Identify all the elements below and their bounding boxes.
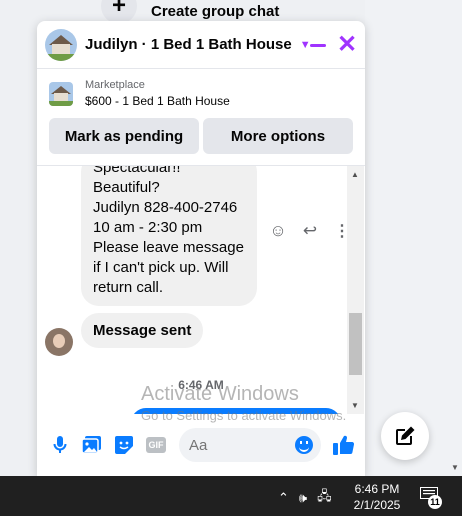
message-scrollbar[interactable]: ▲ ▼: [347, 166, 364, 414]
chevron-up-icon[interactable]: ⌃: [278, 490, 289, 506]
reply-icon[interactable]: ↩: [300, 221, 320, 241]
more-options-button[interactable]: More options: [203, 118, 353, 154]
activation-watermark-title: Activate Windows: [141, 383, 299, 405]
listing-source: Marketplace: [85, 79, 145, 91]
scroll-up-icon[interactable]: ▲: [351, 170, 359, 179]
listing-thumbnail: [49, 81, 73, 106]
chat-title[interactable]: Judilyn · 1 Bed 1 Bath House: [85, 36, 292, 53]
scrollbar-thumb[interactable]: [349, 313, 362, 375]
avatar[interactable]: [45, 328, 73, 356]
listing-summary[interactable]: Marketplace $600 - 1 Bed 1 Bath House: [49, 79, 353, 108]
new-message-button[interactable]: [381, 412, 429, 460]
notification-icon[interactable]: 11: [420, 487, 442, 509]
listing-avatar[interactable]: [45, 28, 77, 61]
gif-icon[interactable]: GIF: [143, 432, 169, 458]
message-text: Spectacular!! Beautiful? Judilyn 828-400…: [93, 166, 244, 296]
taskbar-clock[interactable]: 6:46 PM 2/1/2025: [346, 481, 408, 513]
chevron-down-icon[interactable]: ▼: [300, 39, 311, 51]
message-bubble[interactable]: Message sent: [81, 313, 204, 348]
taskbar-date: 2/1/2025: [353, 498, 401, 512]
activation-watermark-subtitle: Go to Settings to activate Windows.: [141, 408, 347, 423]
page-scrollbar[interactable]: ▼: [448, 0, 462, 476]
marketplace-listing: Marketplace $600 - 1 Bed 1 Bath House Ma…: [37, 69, 365, 154]
taskbar: ⌃ 🕪 🖧 6:46 PM 2/1/2025 11: [0, 476, 462, 516]
message-actions: ☺ ↩ ⋮: [268, 221, 352, 241]
photo-icon[interactable]: [79, 432, 105, 458]
scroll-down-icon[interactable]: ▼: [351, 401, 359, 410]
react-icon[interactable]: ☺: [268, 221, 288, 241]
volume-icon[interactable]: 🕪: [299, 490, 307, 506]
like-icon[interactable]: [331, 432, 357, 458]
message-bubble[interactable]: Spectacular!! Beautiful? Judilyn 828-400…: [81, 166, 257, 306]
scroll-down-icon[interactable]: ▼: [451, 463, 459, 472]
compose-icon: [396, 426, 415, 445]
taskbar-time: 6:46 PM: [354, 482, 400, 496]
create-group-label: Create group chat: [151, 2, 280, 20]
microphone-icon[interactable]: [47, 432, 73, 458]
gif-label: GIF: [146, 437, 166, 453]
emoji-icon[interactable]: [295, 436, 313, 454]
network-icon[interactable]: 🖧: [317, 487, 332, 509]
minimize-icon[interactable]: [310, 44, 326, 47]
message-input-box[interactable]: [179, 428, 321, 462]
listing-detail: $600 - 1 Bed 1 Bath House: [85, 94, 230, 108]
message-list: Spectacular!! Beautiful? Judilyn 828-400…: [37, 166, 365, 414]
notification-badge: 11: [428, 495, 442, 509]
message-text: Message sent: [93, 322, 192, 339]
message-input[interactable]: [189, 436, 289, 454]
close-icon[interactable]: ✕: [337, 33, 357, 57]
mark-as-pending-button[interactable]: Mark as pending: [49, 118, 199, 154]
sticker-icon[interactable]: [111, 432, 137, 458]
message-composer: GIF: [37, 414, 365, 476]
chat-header[interactable]: Judilyn · 1 Bed 1 Bath House ▼ ✕: [37, 21, 365, 69]
